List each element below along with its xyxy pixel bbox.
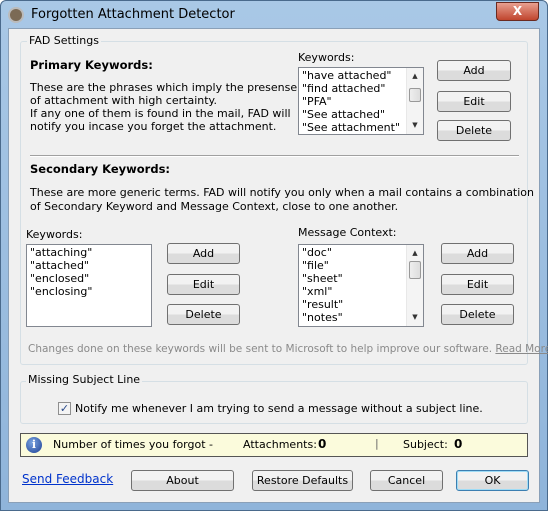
primary-add-button[interactable]: Add xyxy=(437,60,511,81)
read-more-link[interactable]: Read More xyxy=(495,343,548,355)
primary-keywords-label: Keywords: xyxy=(298,51,355,64)
info-bar: i Number of times you forgot - Attachmen… xyxy=(20,433,528,457)
secondary-keywords-list[interactable]: "attaching" "attached" "enclosed" "enclo… xyxy=(26,244,152,327)
desc-line: notify you incase you forget the attachm… xyxy=(30,120,277,133)
list-item[interactable]: "See attached" xyxy=(302,108,420,121)
desc-line: These are the phrases which imply the pr… xyxy=(30,81,298,94)
desc-line: These are more generic terms. FAD will n… xyxy=(30,186,535,199)
secondary-keywords-label: Keywords: xyxy=(26,228,83,241)
message-context-label: Message Context: xyxy=(298,226,397,239)
context-add-button[interactable]: Add xyxy=(441,243,514,264)
scroll-thumb[interactable] xyxy=(409,261,421,279)
list-item[interactable]: "sheet" xyxy=(302,272,420,285)
context-edit-button[interactable]: Edit xyxy=(441,274,514,295)
list-item[interactable]: "xml" xyxy=(302,285,420,298)
attachments-label: Attachments: xyxy=(243,438,317,451)
list-item[interactable]: "have attached" xyxy=(302,69,420,82)
secondary-add-button[interactable]: Add xyxy=(167,243,240,264)
list-item[interactable]: "notes" xyxy=(302,311,420,324)
list-item[interactable]: "attached" xyxy=(30,259,148,272)
list-item[interactable]: "enclosing" xyxy=(30,285,148,298)
secondary-delete-button[interactable]: Delete xyxy=(167,304,240,325)
list-item[interactable]: "result" xyxy=(302,298,420,311)
scroll-thumb[interactable] xyxy=(409,88,421,102)
restore-defaults-button[interactable]: Restore Defaults xyxy=(252,470,353,491)
notice-text: Changes done on these keywords will be s… xyxy=(28,343,548,355)
list-item[interactable]: "See attachment" xyxy=(302,121,420,134)
primary-delete-button[interactable]: Delete xyxy=(437,120,511,141)
subject-label: Subject: xyxy=(403,438,448,451)
info-separator: | xyxy=(375,437,379,450)
secondary-edit-button[interactable]: Edit xyxy=(167,274,240,295)
info-text: Number of times you forgot - xyxy=(53,438,213,451)
desc-line: of attachment with high certainty. xyxy=(30,94,217,107)
scroll-down-icon[interactable]: ▼ xyxy=(407,311,423,324)
send-feedback-link[interactable]: Send Feedback xyxy=(22,472,113,486)
desc-line: of Secondary Keyword and Message Context… xyxy=(30,200,399,213)
separator xyxy=(30,155,519,157)
scrollbar[interactable]: ▲ ▼ xyxy=(406,245,423,326)
subject-checkbox-label[interactable]: Notify me whenever I am trying to send a… xyxy=(75,402,483,415)
primary-keywords-list[interactable]: "have attached" "find attached" "PFA" "S… xyxy=(298,67,424,135)
notice-label: Changes done on these keywords will be s… xyxy=(28,343,493,355)
subject-checkbox[interactable]: ✓ xyxy=(58,402,71,415)
list-item[interactable]: "file" xyxy=(302,259,420,272)
primary-description: These are the phrases which imply the pr… xyxy=(30,81,297,133)
list-item[interactable]: "enclosed" xyxy=(30,272,148,285)
attachments-count: 0 xyxy=(318,437,327,451)
list-item[interactable]: "find attached" xyxy=(302,82,420,95)
primary-keywords-heading: Primary Keywords: xyxy=(30,58,153,72)
ok-button[interactable]: OK xyxy=(456,470,529,491)
fad-settings-label: FAD Settings xyxy=(27,34,101,47)
scroll-up-icon[interactable]: ▲ xyxy=(407,70,423,83)
message-context-list[interactable]: "doc" "file" "sheet" "xml" "result" "not… xyxy=(298,244,424,327)
scrollbar[interactable]: ▲ ▼ xyxy=(406,68,423,134)
scroll-up-icon[interactable]: ▲ xyxy=(407,247,423,260)
cancel-button[interactable]: Cancel xyxy=(370,470,443,491)
secondary-description: These are more generic terms. FAD will n… xyxy=(30,186,534,214)
secondary-keywords-heading: Secondary Keywords: xyxy=(30,162,171,176)
subject-count: 0 xyxy=(454,437,463,451)
context-delete-button[interactable]: Delete xyxy=(441,304,514,325)
client-area: FAD Settings Primary Keywords: These are… xyxy=(0,0,548,511)
desc-line: If any one of them is found in the mail,… xyxy=(30,107,291,120)
about-button[interactable]: About xyxy=(131,470,234,491)
list-item[interactable]: "doc" xyxy=(302,246,420,259)
list-item[interactable]: "PFA" xyxy=(302,95,420,108)
list-item[interactable]: "attaching" xyxy=(30,246,148,259)
info-icon: i xyxy=(26,437,42,453)
primary-edit-button[interactable]: Edit xyxy=(437,91,511,112)
missing-subject-label: Missing Subject Line xyxy=(26,373,143,386)
scroll-down-icon[interactable]: ▼ xyxy=(407,119,423,132)
